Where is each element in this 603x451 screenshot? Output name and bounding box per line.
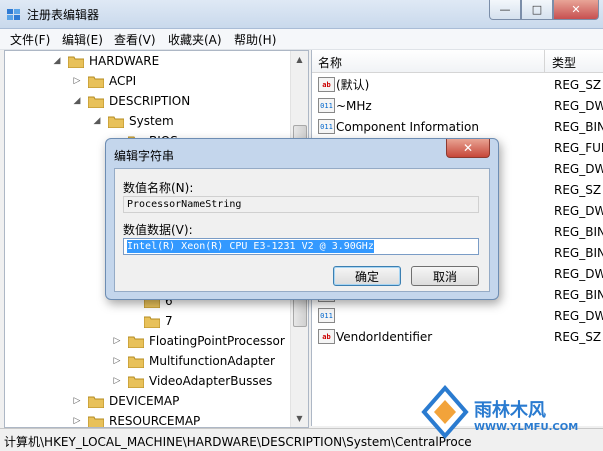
- value-type: REG_DW: [554, 203, 603, 218]
- edit-string-dialog: 编辑字符串 ✕ 数值名称(N): ProcessorNameString 数值数…: [105, 138, 499, 300]
- value-type: REG_BIN: [554, 245, 603, 260]
- collapse-icon[interactable]: ◢: [52, 56, 62, 66]
- menu-bar: 文件(F) 编辑(E) 查看(V) 收藏夹(A) 帮助(H): [0, 29, 603, 50]
- tree-item-acpi[interactable]: ▷ ACPI: [72, 71, 137, 91]
- value-name: Component Information: [336, 119, 479, 134]
- tree-item-devicemap[interactable]: ▷ DEVICEMAP: [72, 391, 180, 411]
- folder-icon: [128, 335, 144, 348]
- value-type: REG_DW: [554, 308, 603, 323]
- folder-icon: [144, 315, 160, 328]
- tree-item-multifunctionadapter[interactable]: ▷ MultifunctionAdapter: [112, 351, 275, 371]
- value-data-field[interactable]: Intel(R) Xeon(R) CPU E3-1231 V2 @ 3.90GH…: [123, 238, 479, 255]
- value-type: REG_FUL: [554, 140, 603, 155]
- binary-value-icon: 011: [318, 308, 335, 323]
- window-title: 注册表编辑器: [27, 8, 100, 22]
- close-button[interactable]: ✕: [553, 0, 599, 20]
- menu-view[interactable]: 查看(V): [114, 31, 156, 48]
- value-type: REG_DW: [554, 266, 603, 281]
- menu-edit[interactable]: 编辑(E): [62, 31, 103, 48]
- value-name: ~MHz: [336, 98, 372, 113]
- watermark-url: WWW.YLMFU.COM: [474, 422, 579, 433]
- list-row[interactable]: 011 REG_DW: [312, 305, 603, 326]
- value-data-text: Intel(R) Xeon(R) CPU E3-1231 V2 @ 3.90GH…: [127, 240, 374, 253]
- expand-icon[interactable]: ▷: [112, 336, 122, 346]
- folder-icon: [68, 55, 84, 68]
- dialog-body: 数值名称(N): ProcessorNameString 数值数据(V): In…: [114, 168, 490, 292]
- expand-icon[interactable]: ▷: [112, 376, 122, 386]
- folder-icon: [88, 395, 104, 408]
- scroll-up-icon[interactable]: ▲: [291, 51, 308, 68]
- folder-icon: [88, 75, 104, 88]
- cancel-button[interactable]: 取消: [411, 266, 479, 286]
- folder-icon: [88, 415, 104, 427]
- string-value-icon: ab: [318, 77, 335, 92]
- tree-item-floatingpointprocessor[interactable]: ▷ FloatingPointProcessor: [112, 331, 285, 351]
- watermark-logo: 雨林木风 WWW.YLMFU.COM: [420, 384, 600, 444]
- list-row[interactable]: ab VendorIdentifier REG_SZ: [312, 326, 603, 347]
- value-name: VendorIdentifier: [336, 329, 433, 344]
- status-path: 计算机\HKEY_LOCAL_MACHINE\HARDWARE\DESCRIPT…: [4, 435, 472, 449]
- expand-icon[interactable]: ▷: [112, 356, 122, 366]
- expand-icon[interactable]: ▷: [72, 416, 82, 426]
- tree-item-description[interactable]: ◢ DESCRIPTION: [72, 91, 191, 111]
- menu-file[interactable]: 文件(F): [10, 31, 50, 48]
- binary-value-icon: 011: [318, 119, 335, 134]
- value-type: REG_SZ: [554, 77, 602, 92]
- value-name-field[interactable]: ProcessorNameString: [123, 196, 479, 213]
- value-type: REG_BIN: [554, 287, 603, 302]
- regedit-icon: [6, 6, 22, 22]
- watermark-name: 雨林木风: [474, 400, 546, 421]
- minimize-button[interactable]: —: [489, 0, 521, 20]
- scroll-down-icon[interactable]: ▼: [291, 410, 308, 427]
- string-value-icon: ab: [318, 329, 335, 344]
- tree-item-videoadapterbusses[interactable]: ▷ VideoAdapterBusses: [112, 371, 273, 391]
- menu-help[interactable]: 帮助(H): [234, 31, 276, 48]
- value-type: REG_DW: [554, 98, 603, 113]
- value-type: REG_DW: [554, 161, 603, 176]
- tree-item-7[interactable]: 7: [144, 311, 173, 331]
- value-name-label: 数值名称(N):: [123, 181, 194, 195]
- tree-item-system[interactable]: ◢ System: [92, 111, 174, 131]
- tree-item-hardware[interactable]: ◢ HARDWARE: [52, 51, 160, 71]
- value-type: REG_BIN: [554, 224, 603, 239]
- logo-icon: [421, 384, 469, 440]
- maximize-button[interactable]: □: [521, 0, 553, 20]
- dialog-title: 编辑字符串: [114, 149, 175, 163]
- value-name: (默认): [336, 78, 370, 92]
- value-type: REG_SZ: [554, 182, 602, 197]
- list-row[interactable]: 011 Component Information REG_BIN: [312, 116, 603, 137]
- folder-icon: [88, 95, 104, 108]
- list-header: 名称 类型: [312, 50, 603, 73]
- folder-icon: [128, 375, 144, 388]
- dialog-close-button[interactable]: ✕: [446, 139, 490, 158]
- title-bar: 注册表编辑器 — □ ✕: [0, 0, 603, 29]
- tree-item-resourcemap[interactable]: ▷ RESOURCEMAP: [72, 411, 200, 427]
- value-type: REG_SZ: [554, 329, 602, 344]
- folder-icon: [128, 355, 144, 368]
- collapse-icon[interactable]: ◢: [72, 96, 82, 106]
- collapse-icon[interactable]: ◢: [92, 116, 102, 126]
- folder-icon: [108, 115, 124, 128]
- menu-favorites[interactable]: 收藏夹(A): [168, 31, 222, 48]
- binary-value-icon: 011: [318, 98, 335, 113]
- column-name[interactable]: 名称: [318, 54, 342, 71]
- expand-icon[interactable]: ▷: [72, 76, 82, 86]
- list-row[interactable]: ab (默认) REG_SZ: [312, 74, 603, 95]
- ok-button[interactable]: 确定: [333, 266, 401, 286]
- value-data-label: 数值数据(V):: [123, 223, 193, 237]
- list-row[interactable]: 011 ~MHz REG_DW: [312, 95, 603, 116]
- expand-icon[interactable]: ▷: [72, 396, 82, 406]
- value-type: REG_BIN: [554, 119, 603, 134]
- column-type[interactable]: 类型: [552, 54, 576, 71]
